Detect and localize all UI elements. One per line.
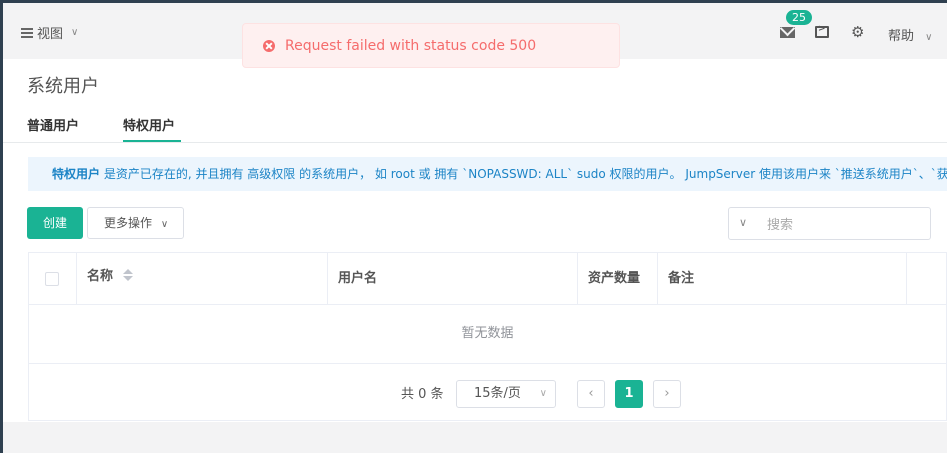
mail-icon[interactable]: [780, 27, 795, 38]
gear-icon[interactable]: ⚙: [851, 25, 864, 40]
chevron-down-icon: ∨: [71, 27, 79, 38]
column-remark: 备注: [658, 253, 907, 304]
more-actions-dropdown[interactable]: 更多操作 ∨: [87, 207, 184, 239]
help-label: 帮助: [888, 29, 915, 44]
column-asset-count: 资产数量: [578, 253, 658, 304]
info-strong: 特权用户: [52, 167, 101, 181]
column-username: 用户名: [328, 253, 578, 304]
help-menu[interactable]: 帮助 ∨: [888, 25, 932, 44]
select-all-checkbox[interactable]: [45, 272, 59, 286]
active-tab-indicator: [123, 140, 181, 142]
column-name[interactable]: 名称: [77, 253, 328, 304]
column-name-label: 名称: [87, 269, 114, 284]
content-card: 特权用户 是资产已存在的, 并且拥有 高级权限 的系统用户， 如 root 或 …: [3, 143, 947, 422]
info-alert: 特权用户 是资产已存在的, 并且拥有 高级权限 的系统用户， 如 root 或 …: [28, 157, 947, 191]
total-count: 共 0 条: [401, 387, 444, 402]
tab-privileged-users[interactable]: 特权用户: [123, 115, 175, 134]
page-header: 系统用户 普通用户 特权用户: [3, 59, 947, 143]
error-icon: [263, 39, 275, 52]
terminal-icon[interactable]: [815, 24, 829, 38]
next-page-button[interactable]: ›: [653, 380, 681, 408]
page-number-current[interactable]: 1: [615, 380, 643, 408]
users-table: 名称 用户名 资产数量 备注 暂无数据 共 0 条 15条/页 ∨ ‹ 1 ›: [28, 252, 947, 421]
page-title: 系统用户: [27, 76, 99, 97]
page-size-select[interactable]: 15条/页 ∨: [456, 380, 556, 408]
select-all-cell: [29, 253, 77, 304]
column-actions: [907, 253, 947, 304]
chevron-down-icon[interactable]: ∨: [739, 216, 747, 229]
sort-icon[interactable]: [122, 268, 133, 282]
search-box[interactable]: ∨: [728, 207, 931, 240]
search-input[interactable]: [765, 214, 919, 236]
pagination: 共 0 条 15条/页 ∨ ‹ 1 ›: [29, 364, 946, 422]
empty-state: 暂无数据: [29, 305, 946, 364]
prev-page-button[interactable]: ‹: [577, 380, 605, 408]
chevron-down-icon: ∨: [925, 32, 933, 43]
chevron-down-icon: ∨: [160, 219, 169, 230]
page-size-label: 15条/页: [474, 386, 521, 401]
error-toast: Request failed with status code 500: [242, 23, 620, 68]
view-label: 视图: [37, 27, 64, 42]
info-text: 是资产已存在的, 并且拥有 高级权限 的系统用户， 如 root 或 拥有 `N…: [100, 167, 947, 181]
more-actions-label: 更多操作: [104, 216, 153, 230]
tab-general-users[interactable]: 普通用户: [27, 115, 79, 134]
create-button[interactable]: 创建: [27, 207, 83, 239]
view-menu[interactable]: 视图 ∨: [21, 23, 78, 42]
notification-badge: 25: [786, 10, 812, 25]
error-message: Request failed with status code 500: [285, 37, 537, 54]
table-header: 名称 用户名 资产数量 备注: [29, 253, 946, 305]
chevron-down-icon: ∨: [539, 388, 547, 399]
menu-icon: [21, 27, 33, 38]
